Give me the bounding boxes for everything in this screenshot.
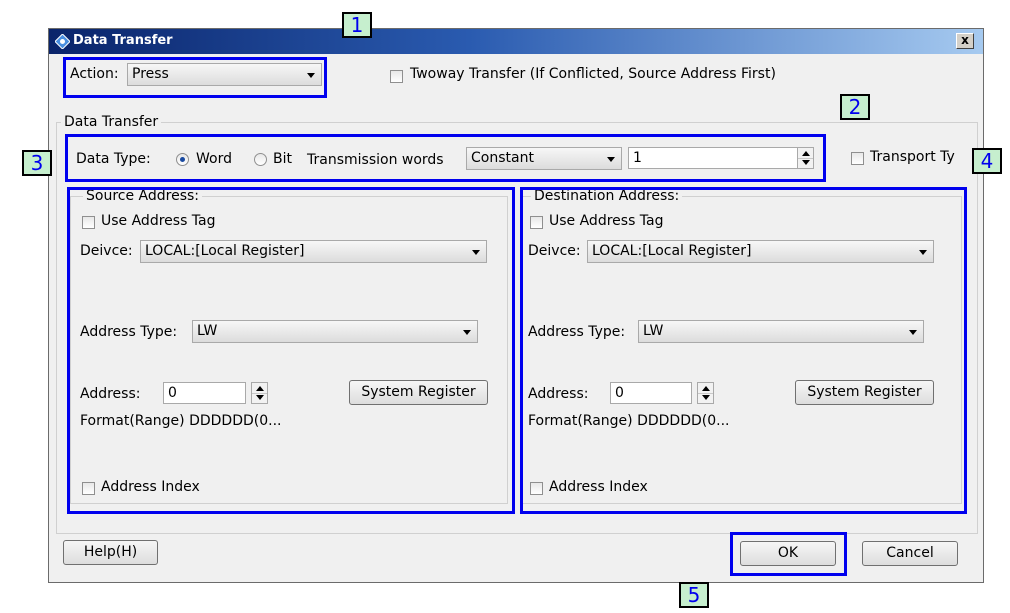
transport-type-checkbox[interactable] [851, 152, 864, 165]
cancel-button[interactable]: Cancel [862, 541, 958, 566]
highlight-box-5 [730, 532, 847, 576]
highlight-box-3 [67, 187, 515, 514]
callout-2: 2 [840, 94, 870, 120]
help-button[interactable]: Help(H) [63, 540, 158, 565]
twoway-checkbox[interactable] [390, 70, 403, 83]
close-button[interactable]: x [956, 33, 974, 49]
callout-3: 3 [22, 150, 52, 176]
transport-type-label: Transport Ty [870, 149, 955, 165]
app-icon [55, 34, 70, 49]
callout-5: 5 [679, 582, 709, 608]
title-bar[interactable]: Data Transfer x [49, 29, 983, 54]
highlight-box-1 [63, 57, 327, 98]
data-transfer-group-label: Data Transfer [61, 114, 162, 130]
callout-4: 4 [972, 148, 1002, 174]
callout-1: 1 [342, 12, 372, 38]
highlight-box-2 [65, 134, 826, 182]
highlight-box-4 [520, 187, 967, 514]
twoway-label: Twoway Transfer (If Conflicted, Source A… [410, 66, 776, 82]
window-title: Data Transfer [73, 33, 173, 48]
